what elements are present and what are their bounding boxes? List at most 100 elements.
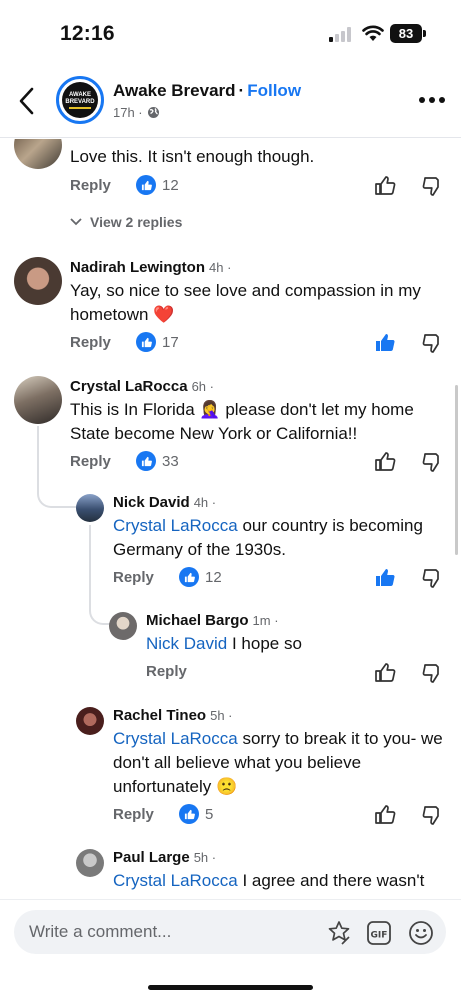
thread-connector	[37, 426, 77, 508]
reply-button[interactable]: Reply	[70, 334, 111, 351]
follow-button[interactable]: Follow	[247, 81, 301, 100]
globe-icon	[147, 107, 159, 118]
comment-time: 6h ·	[191, 379, 214, 394]
battery-indicator: 83	[390, 24, 422, 43]
thread-connector	[89, 525, 110, 625]
more-options-icon[interactable]	[418, 96, 446, 104]
mention-link[interactable]: Crystal LaRocca	[113, 516, 238, 535]
comment-author: Crystal LaRocca 6h ·	[70, 378, 214, 395]
author-name[interactable]: Nick David	[113, 494, 190, 511]
signal-icon	[329, 27, 353, 42]
like-count-value: 5	[205, 805, 214, 823]
reply-button[interactable]: Reply	[146, 663, 187, 680]
like-count-value: 17	[162, 333, 179, 351]
comment-time: 5h ·	[193, 850, 217, 865]
author-name[interactable]: Paul Large	[113, 849, 190, 866]
avatar[interactable]	[109, 612, 137, 640]
post-time: 17h ·	[113, 105, 143, 120]
wifi-icon	[362, 25, 384, 41]
reply-button[interactable]: Reply	[113, 806, 154, 823]
avatar[interactable]	[14, 139, 62, 169]
comment-text: This is In Florida 🤦‍♀️ please don't let…	[70, 400, 414, 443]
like-count: 17	[136, 332, 179, 352]
comment-author: Michael Bargo 1m ·	[146, 612, 279, 629]
view-replies-label: View 2 replies	[90, 214, 183, 230]
mention-link[interactable]: Nick David	[146, 634, 227, 653]
svg-text:GIF: GIF	[371, 931, 388, 941]
like-badge-icon	[136, 175, 156, 195]
emoji-icon[interactable]	[408, 920, 434, 946]
reply-button[interactable]: Reply	[113, 569, 154, 586]
back-arrow-icon[interactable]	[14, 86, 40, 116]
like-count: 5	[179, 804, 213, 824]
like-count: 12	[136, 175, 179, 195]
comment-text: Crystal LaRocca I agree and there wasn't	[113, 869, 458, 893]
page-avatar[interactable]: AWAKE BREVARD	[56, 76, 104, 124]
author-name[interactable]: Michael Bargo	[146, 612, 249, 629]
mention-link[interactable]: Crystal LaRocca	[113, 871, 238, 890]
dislike-icon[interactable]	[421, 567, 443, 589]
liked-icon[interactable]	[374, 566, 396, 588]
comment-body: I agree and there wasn't	[237, 871, 425, 890]
like-icon[interactable]	[374, 174, 396, 196]
comment-body: I hope so	[227, 634, 302, 653]
mention-link[interactable]: Crystal LaRocca	[113, 729, 238, 748]
like-icon[interactable]	[374, 803, 396, 825]
like-badge-icon	[179, 804, 199, 824]
avatar-text-line2: BREVARD	[65, 99, 95, 105]
comment-author: Rachel Tineo 5h ·	[113, 707, 233, 724]
page-title-row: Awake Brevard · Follow	[113, 81, 301, 101]
author-name[interactable]: Crystal LaRocca	[70, 378, 188, 395]
liked-icon[interactable]	[374, 331, 396, 353]
comment-author: Paul Large 5h ·	[113, 849, 216, 866]
like-badge-icon	[136, 451, 156, 471]
comments-list: Love this. It isn't enough though. Reply…	[0, 139, 461, 899]
dislike-icon[interactable]	[421, 451, 443, 473]
like-count: 12	[179, 567, 222, 587]
comment-text: Love this. It isn't enough though.	[70, 147, 315, 166]
comment-text: Yay, so nice to see love and compassion …	[70, 281, 421, 324]
dislike-icon[interactable]	[421, 662, 443, 684]
comment-text: Nick David I hope so	[146, 632, 446, 656]
comment-time: 4h ·	[193, 495, 217, 510]
like-count-value: 12	[205, 568, 222, 586]
avatar[interactable]	[14, 376, 62, 424]
like-icon[interactable]	[374, 450, 396, 472]
scrollbar[interactable]	[455, 385, 458, 555]
view-replies-button[interactable]: View 2 replies	[70, 214, 182, 230]
like-badge-icon	[136, 332, 156, 352]
comment-author: Nadirah Lewington 4h ·	[70, 259, 231, 276]
author-name[interactable]: Nadirah Lewington	[70, 259, 205, 276]
like-count-value: 33	[162, 452, 179, 470]
dislike-icon[interactable]	[421, 175, 443, 197]
avatar[interactable]	[76, 494, 104, 522]
avatar[interactable]	[14, 257, 62, 305]
post-meta: 17h ·	[113, 105, 160, 120]
post-header: AWAKE BREVARD Awake Brevard · Follow 17h ·	[0, 68, 461, 138]
comment-text: Crystal LaRocca our country is becoming …	[113, 514, 453, 562]
like-icon[interactable]	[374, 661, 396, 683]
author-name[interactable]: Rachel Tineo	[113, 707, 206, 724]
reply-button[interactable]: Reply	[70, 177, 111, 194]
avatar[interactable]	[76, 707, 104, 735]
dislike-icon[interactable]	[421, 804, 443, 826]
comment-placeholder: Write a comment...	[29, 922, 172, 941]
comment-time: 1m ·	[252, 613, 279, 628]
page-name[interactable]: Awake Brevard	[113, 81, 236, 100]
comment-text: Crystal LaRocca sorry to break it to you…	[113, 727, 448, 799]
status-bar: 12:16 83	[0, 0, 461, 68]
comment-author: Nick David 4h ·	[113, 494, 216, 511]
chevron-down-icon	[70, 218, 82, 226]
battery-cap	[423, 30, 426, 37]
sticker-icon[interactable]	[326, 920, 352, 946]
clock: 12:16	[60, 22, 115, 45]
comment-time: 4h ·	[209, 260, 232, 275]
gif-icon[interactable]: GIF	[366, 920, 392, 946]
home-indicator	[148, 985, 313, 990]
like-badge-icon	[179, 567, 199, 587]
separator: ·	[238, 81, 245, 100]
comment-input[interactable]: Write a comment... GIF	[14, 910, 446, 954]
like-count-value: 12	[162, 176, 179, 194]
dislike-icon[interactable]	[421, 332, 443, 354]
avatar[interactable]	[76, 849, 104, 877]
